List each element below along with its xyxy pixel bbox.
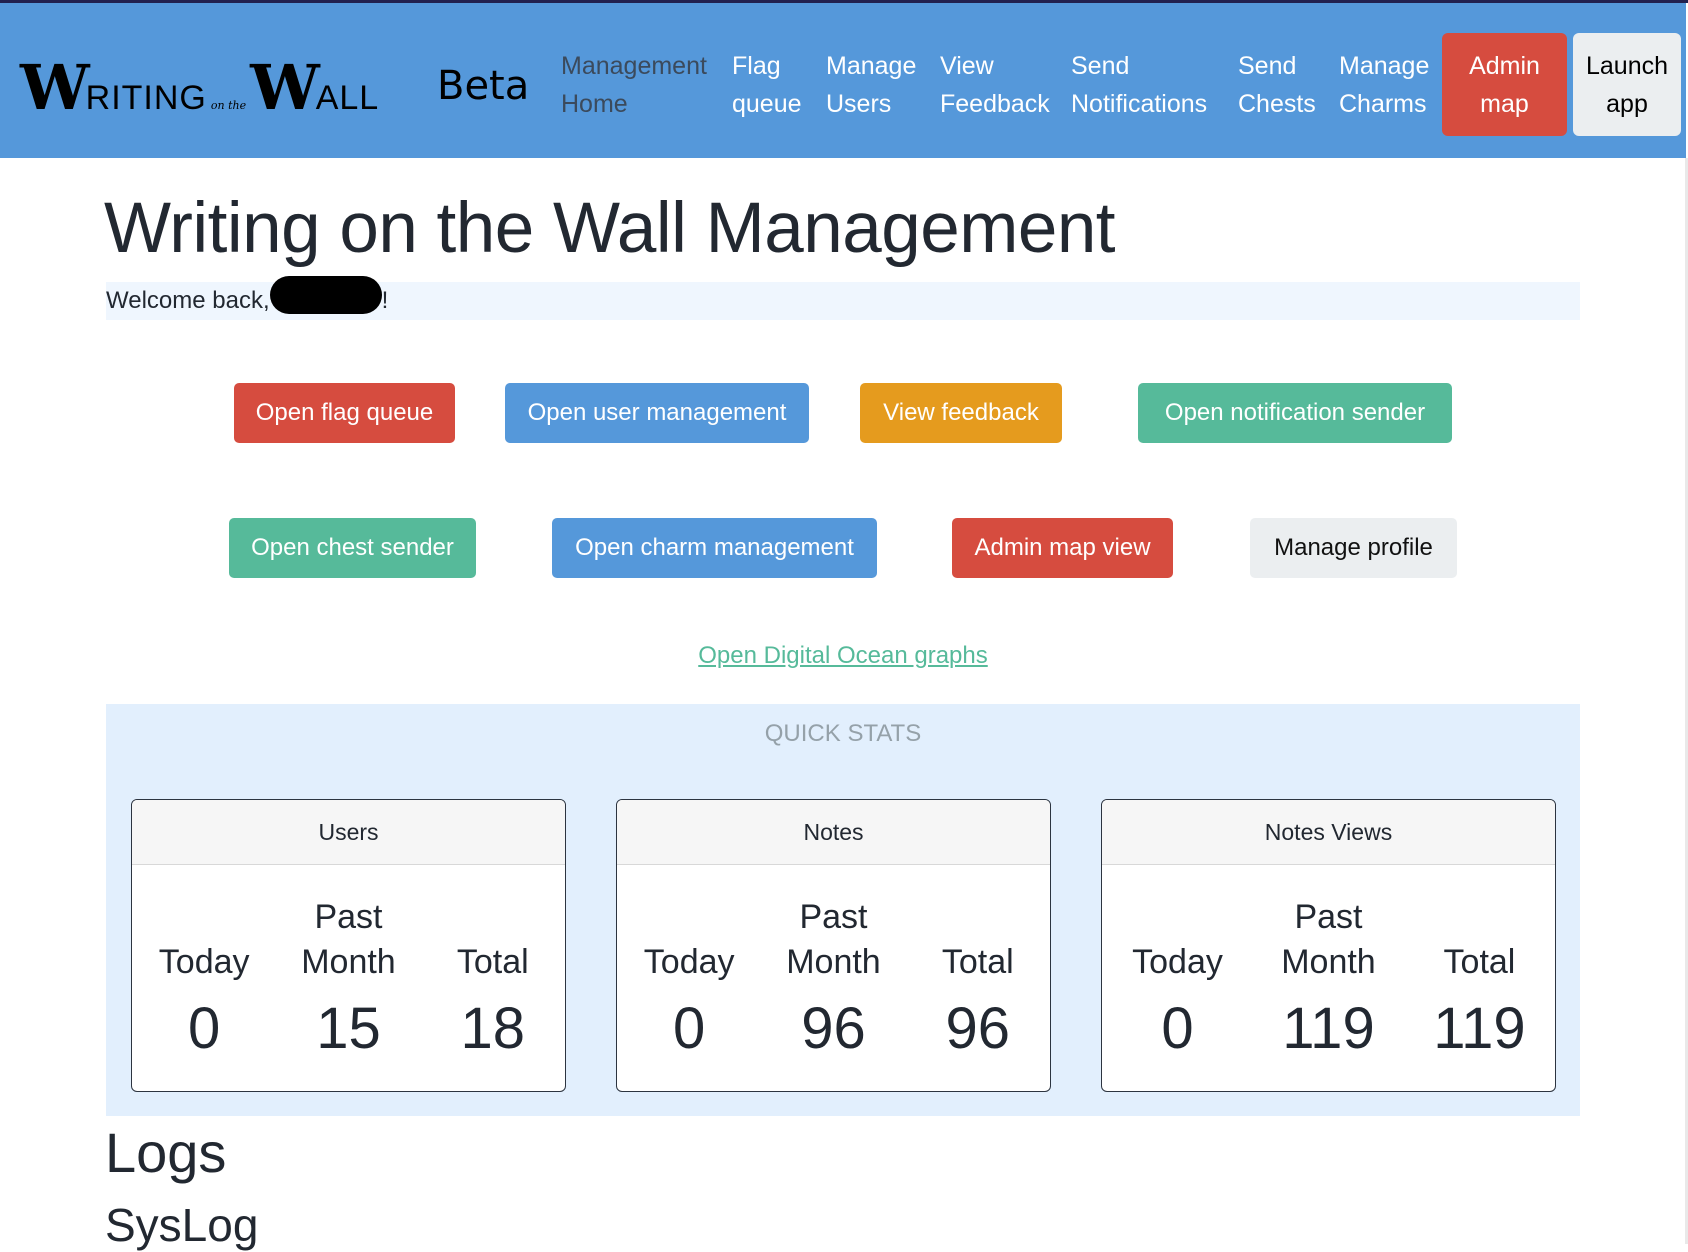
stats-card-notes: Notes Today 0 Past Month 96 Total 96 bbox=[616, 799, 1051, 1092]
logs-heading: Logs bbox=[105, 1121, 227, 1184]
nav-admin-map-button[interactable]: Admin map bbox=[1442, 33, 1567, 136]
card-title: Notes Views bbox=[1102, 800, 1555, 865]
welcome-text: Welcome back, bbox=[106, 287, 270, 314]
nav-label-line2: queue bbox=[732, 90, 802, 118]
open-chest-sender-button[interactable]: Open chest sender bbox=[229, 518, 476, 578]
nav-send-notifications[interactable]: Send Notifications bbox=[1071, 47, 1207, 123]
stat-today: Today 0 bbox=[617, 893, 761, 1061]
nav-label-line2: Feedback bbox=[940, 90, 1050, 118]
view-feedback-button[interactable]: View feedback bbox=[860, 383, 1062, 443]
quick-stats-panel: QUICK STATS Users Today 0 Past Month 15 T… bbox=[106, 704, 1580, 1116]
nav-flag-queue[interactable]: Flag queue bbox=[732, 47, 802, 123]
manage-profile-button[interactable]: Manage profile bbox=[1250, 518, 1457, 578]
nav-view-feedback[interactable]: View Feedback bbox=[940, 47, 1050, 123]
nav-manage-users[interactable]: Manage Users bbox=[826, 47, 916, 123]
nav-label-line2: Chests bbox=[1238, 90, 1316, 118]
nav-label-line2: Users bbox=[826, 90, 892, 118]
button-label-line2: map bbox=[1480, 89, 1529, 118]
stat-value: 96 bbox=[801, 996, 866, 1061]
nav-label-line1: Manage bbox=[1339, 52, 1430, 80]
stat-value: 0 bbox=[673, 996, 706, 1061]
navbar: WRITING on theWALL Beta Management Home F… bbox=[0, 3, 1686, 158]
nav-label-line1: View bbox=[940, 52, 994, 80]
digital-ocean-graphs-link-row: Open Digital Ocean graphs bbox=[0, 642, 1686, 670]
button-label-line1: Admin bbox=[1469, 51, 1540, 80]
open-user-management-button[interactable]: Open user management bbox=[505, 383, 809, 443]
stat-label: Past Month bbox=[1281, 898, 1376, 981]
stats-card-notes-views: Notes Views Today 0 Past Month 119 Total … bbox=[1101, 799, 1556, 1092]
stat-label: Past Month bbox=[786, 898, 881, 981]
welcome-banner: Welcome back,! bbox=[106, 276, 1580, 320]
stat-value: 119 bbox=[1433, 996, 1526, 1061]
stat-total: Total 18 bbox=[421, 893, 565, 1061]
open-notification-sender-button[interactable]: Open notification sender bbox=[1138, 383, 1452, 443]
brand-logo[interactable]: WRITING on theWALL bbox=[20, 51, 379, 124]
nav-send-chests[interactable]: Send Chests bbox=[1238, 47, 1316, 123]
stat-total: Total 119 bbox=[1404, 893, 1555, 1061]
stat-today: Today 0 bbox=[1102, 893, 1253, 1061]
nav-manage-charms[interactable]: Manage Charms bbox=[1339, 47, 1429, 123]
button-label-line2: app bbox=[1606, 89, 1648, 118]
stat-label: Total bbox=[1443, 943, 1516, 981]
nav-label-line1: Send bbox=[1238, 52, 1297, 80]
button-label-line1: Launch bbox=[1585, 51, 1669, 80]
nav-label-line1: Send bbox=[1071, 52, 1130, 80]
nav-label-line2: Home bbox=[561, 90, 628, 118]
nav-launch-app-button[interactable]: Launch app bbox=[1573, 33, 1681, 136]
open-flag-queue-button[interactable]: Open flag queue bbox=[234, 383, 455, 443]
logo-text-wall: ALL bbox=[315, 79, 380, 117]
stat-label: Total bbox=[941, 943, 1014, 981]
quick-stats-title: QUICK STATS bbox=[764, 720, 922, 747]
page-title: Writing on the Wall Management bbox=[104, 189, 1116, 268]
stat-past-month: Past Month 119 bbox=[1253, 893, 1404, 1061]
stat-past-month: Past Month 15 bbox=[276, 893, 420, 1061]
open-charm-management-button[interactable]: Open charm management bbox=[552, 518, 877, 578]
nav-label-line1: Manage bbox=[826, 52, 917, 80]
stat-value: 15 bbox=[316, 996, 381, 1061]
nav-label-line1: Management bbox=[561, 52, 707, 80]
card-title: Users bbox=[132, 800, 565, 865]
stat-label: Past Month bbox=[301, 898, 396, 981]
stat-value: 119 bbox=[1282, 996, 1375, 1061]
beta-label: Beta bbox=[437, 63, 530, 109]
nav-label-line2: Charms bbox=[1339, 90, 1427, 118]
stat-label: Today bbox=[158, 943, 250, 981]
stat-today: Today 0 bbox=[132, 893, 276, 1061]
card-title: Notes bbox=[617, 800, 1050, 865]
logo-text-writing: RITING bbox=[85, 79, 207, 117]
stat-value: 0 bbox=[1161, 996, 1194, 1061]
logo-text-on-the: on the bbox=[210, 99, 247, 112]
stat-total: Total 96 bbox=[906, 893, 1050, 1061]
nav-management-home[interactable]: Management Home bbox=[561, 47, 707, 123]
stat-past-month: Past Month 96 bbox=[761, 893, 905, 1061]
stats-card-users: Users Today 0 Past Month 15 Total 18 bbox=[131, 799, 566, 1092]
nav-label-line1: Flag bbox=[732, 52, 781, 80]
stat-label: Total bbox=[456, 943, 529, 981]
logo-letter-w: W bbox=[20, 51, 90, 124]
stat-value: 0 bbox=[188, 996, 221, 1061]
logo-letter-w2: W bbox=[250, 51, 320, 124]
stat-label: Today bbox=[1132, 943, 1223, 981]
digital-ocean-graphs-link[interactable]: Open Digital Ocean graphs bbox=[698, 642, 988, 669]
nav-label-line2: Notifications bbox=[1071, 90, 1208, 118]
admin-map-view-button[interactable]: Admin map view bbox=[952, 518, 1173, 578]
stat-value: 96 bbox=[945, 996, 1011, 1061]
welcome-suffix: ! bbox=[381, 287, 389, 314]
redacted-username bbox=[269, 276, 382, 314]
stat-value: 18 bbox=[460, 996, 526, 1061]
stat-label: Today bbox=[643, 943, 735, 981]
